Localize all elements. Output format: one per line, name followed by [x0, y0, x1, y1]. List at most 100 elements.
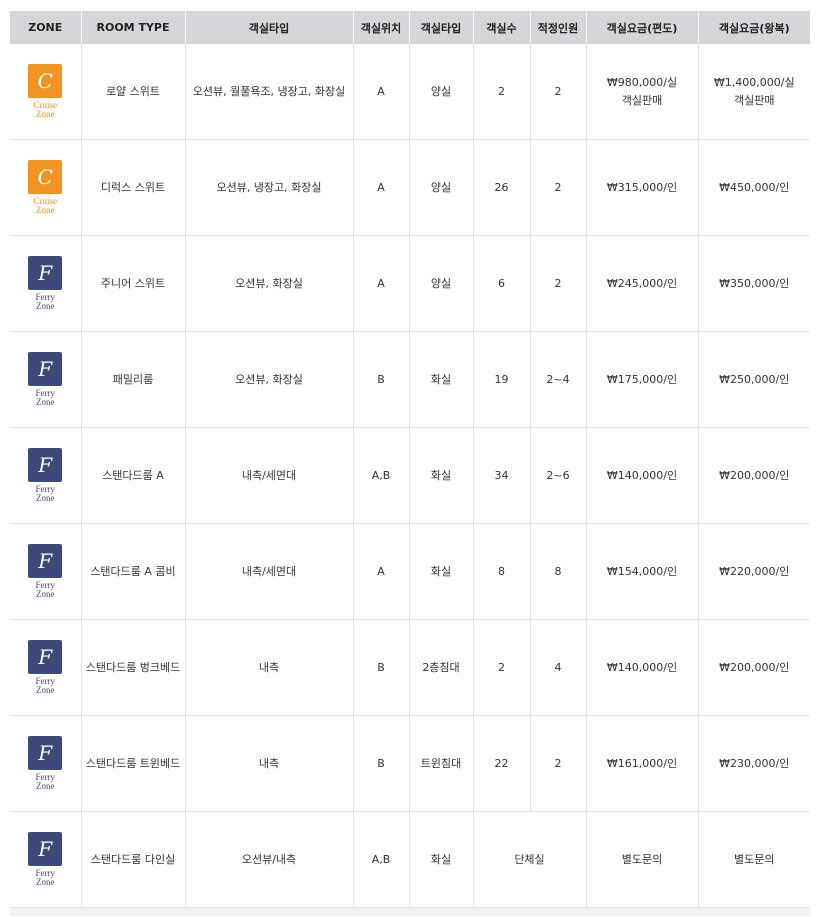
room-count-cell: 34 — [472, 427, 530, 524]
zone-name-line2: Zone — [36, 301, 55, 311]
zone-cell: C Cruise Zone — [10, 44, 81, 140]
zone-name-line2: Zone — [36, 877, 55, 887]
round-trip-fare-cell-amount: ₩200,000/인 — [719, 660, 790, 674]
one-way-fare-cell-amount: ₩154,000/인 — [606, 564, 678, 578]
round-trip-fare-cell-amount: ₩230,000/인 — [719, 756, 790, 770]
one-way-fare-cell-amount: ₩140,000/인 — [606, 468, 678, 482]
room-type-cell: 스탠다드룸 A 콤비 — [80, 523, 185, 620]
room-style-cell: 양실 — [408, 44, 473, 140]
zone-cell: F Ferry Zone — [10, 619, 81, 716]
round-trip-fare-cell: ₩230,000/인 — [697, 715, 810, 812]
capacity-cell: 2 — [529, 44, 586, 140]
table-row: C Cruise Zone 디럭스 스위트 오션뷰, 냉장고, 화장실 A 양실 26 2 ₩31… — [10, 139, 810, 236]
room-features-cell: 오션뷰, 화장실 — [184, 235, 353, 332]
zone-name-line2: Zone — [36, 205, 55, 215]
ferry-zone-logo-icon: F — [28, 352, 63, 386]
group-room-cell: 단체실 — [472, 811, 586, 908]
zone-cell: F Ferry Zone — [10, 235, 81, 332]
zone-cell: F Ferry Zone — [10, 331, 81, 428]
zone-name-line2: Zone — [36, 109, 55, 119]
ferry-zone-logo-icon: F — [28, 736, 63, 770]
room-features-cell: 내측/세면대 — [184, 523, 353, 620]
header-capacity: 적정인원 — [529, 11, 586, 44]
ferry-zone-logo-icon: F — [28, 256, 63, 290]
room-features-cell: 오션뷰, 냉장고, 화장실 — [184, 139, 353, 236]
room-type-cell: 패밀리룸 — [80, 331, 185, 428]
room-location-cell: A — [352, 139, 409, 236]
one-way-fare-cell-amount: ₩161,000/인 — [606, 756, 678, 770]
room-features-cell: 내측 — [184, 715, 353, 812]
round-trip-fare-cell-note: 객실판매 — [734, 93, 775, 107]
header-zone: ZONE — [10, 11, 81, 44]
capacity-cell: 2~4 — [529, 331, 586, 428]
round-trip-fare-cell-amount: ₩450,000/인 — [719, 180, 790, 194]
one-way-fare-cell: ₩140,000/인 — [585, 427, 698, 524]
room-location-cell: B — [352, 715, 409, 812]
header-room-count: 객실수 — [472, 11, 530, 44]
room-type-cell: 스탠다드룸 다인실 — [80, 811, 185, 908]
round-trip-fare-cell-amount: ₩250,000/인 — [719, 372, 790, 386]
room-style-cell: 화실 — [408, 811, 473, 908]
room-style-cell: 화실 — [408, 331, 473, 428]
room-type-cell: 디럭스 스위트 — [80, 139, 185, 236]
header-room-type: ROOM TYPE — [80, 11, 185, 44]
zone-name-line2: Zone — [36, 493, 55, 503]
round-trip-fare-cell: ₩1,400,000/실 객실판매 — [697, 44, 810, 140]
ferry-zone-logo-icon: F — [28, 640, 63, 674]
one-way-fare-cell: ₩980,000/실객실판매 — [585, 44, 698, 140]
round-trip-fare-cell-amount: ₩220,000/인 — [719, 564, 790, 578]
capacity-cell: 4 — [529, 619, 586, 716]
room-features-cell: 오션뷰, 화장실 — [184, 331, 353, 428]
table-footer-bar — [10, 908, 810, 916]
room-count-cell: 22 — [472, 715, 530, 812]
one-way-fare-cell: ₩154,000/인 — [585, 523, 698, 620]
room-location-cell: A — [352, 523, 409, 620]
table-row: F Ferry Zone 패밀리룸 오션뷰, 화장실 B 화실 19 2~4 ₩175,000/인… — [10, 331, 810, 428]
room-features-cell: 오션뷰, 월풀욕조, 냉장고, 화장실 — [184, 44, 353, 140]
round-trip-fare-cell: ₩200,000/인 — [697, 619, 810, 716]
room-count-cell: 8 — [472, 523, 530, 620]
room-features-cell: 내측/세면대 — [184, 427, 353, 524]
zone-name-line2: Zone — [36, 397, 55, 407]
room-rate-table: ZONE ROOM TYPE 객실타입 객실위치 객실타입 객실수 적정인원 객… — [10, 11, 810, 908]
header-one-way-fare: 객실요금(편도) — [585, 11, 698, 44]
room-type-cell: 스탠다드룸 트윈베드 — [80, 715, 185, 812]
capacity-cell: 2 — [529, 715, 586, 812]
one-way-fare-cell-amount: ₩245,000/인 — [606, 276, 678, 290]
room-location-cell: A,B — [352, 427, 409, 524]
round-trip-fare-cell: ₩350,000/인 — [697, 235, 810, 332]
header-room-style: 객실타입 — [408, 11, 473, 44]
room-type-cell: 스탠다드룸 A — [80, 427, 185, 524]
room-features-cell: 내측 — [184, 619, 353, 716]
cruise-zone-logo-icon: C — [28, 64, 63, 98]
round-trip-fare-cell: ₩450,000/인 — [697, 139, 810, 236]
ferry-zone-logo-icon: F — [28, 832, 63, 866]
one-way-fare-cell: ₩161,000/인 — [585, 715, 698, 812]
cruise-zone-logo-icon: C — [28, 160, 63, 194]
round-trip-fare-cell: 별도문의 — [697, 811, 810, 908]
zone-name-line2: Zone — [36, 781, 55, 791]
one-way-fare-cell-note: 객실판매 — [621, 93, 663, 107]
capacity-cell: 2~6 — [529, 427, 586, 524]
zone-name-line2: Zone — [36, 685, 55, 695]
room-style-cell: 양실 — [408, 139, 473, 236]
room-count-cell: 2 — [472, 44, 530, 140]
zone-cell: C Cruise Zone — [10, 139, 81, 236]
room-count-cell: 26 — [472, 139, 530, 236]
one-way-fare-cell: ₩245,000/인 — [585, 235, 698, 332]
room-location-cell: B — [352, 619, 409, 716]
room-type-cell: 스탠다드룸 벙크베드 — [80, 619, 185, 716]
one-way-fare-cell-amount: ₩315,000/인 — [606, 180, 678, 194]
one-way-fare-cell-amount: ₩980,000/실 — [606, 75, 678, 89]
table-row: F Ferry Zone 스탠다드룸 트윈베드 내측 B 트윈침대 22 2 ₩161,000/인… — [10, 715, 810, 812]
one-way-fare-cell: ₩175,000/인 — [585, 331, 698, 428]
one-way-fare-cell-amount: ₩140,000/인 — [606, 660, 678, 674]
one-way-fare-cell: 별도문의 — [585, 811, 698, 908]
capacity-cell: 2 — [529, 235, 586, 332]
table-row: F Ferry Zone 주니어 스위트 오션뷰, 화장실 A 양실 6 2 ₩245,000/인… — [10, 235, 810, 332]
round-trip-fare-cell-amount: ₩350,000/인 — [719, 276, 790, 290]
round-trip-fare-cell: ₩220,000/인 — [697, 523, 810, 620]
room-style-cell: 양실 — [408, 235, 473, 332]
capacity-cell: 2 — [529, 139, 586, 236]
zone-cell: F Ferry Zone — [10, 523, 81, 620]
